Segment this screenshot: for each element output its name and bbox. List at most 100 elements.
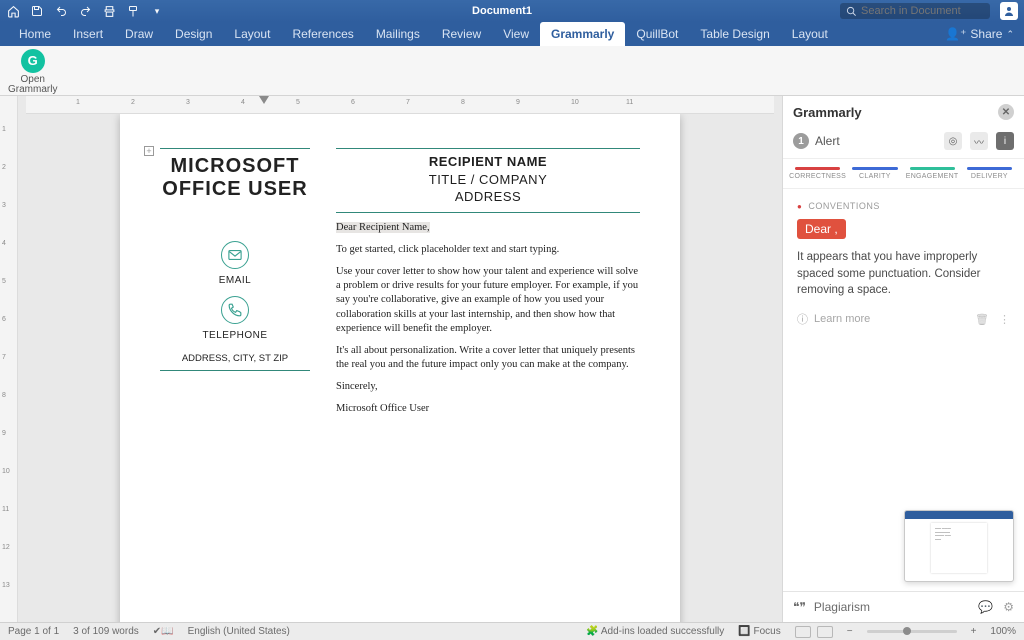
tab-quillbot[interactable]: QuillBot — [625, 22, 689, 46]
table-insert-handle[interactable]: + — [144, 146, 154, 156]
feedback-icon[interactable]: 💬 — [978, 600, 993, 614]
body-paragraph[interactable]: It's all about personalization. Write a … — [336, 344, 640, 372]
search-input[interactable] — [861, 5, 981, 17]
suggestion-explanation: It appears that you have improperly spac… — [797, 249, 1010, 299]
user-avatar-icon[interactable] — [1000, 2, 1018, 20]
workspace: 12345678910111213 1234567891011 + MICROS… — [0, 96, 1024, 622]
recipient-block[interactable]: RECIPIENT NAME TITLE / COMPANY ADDRESS — [336, 153, 640, 213]
plagiarism-icon: ❝❞ — [793, 600, 806, 614]
settings-gear-icon[interactable]: ⚙ — [1003, 600, 1014, 614]
zoom-in-button[interactable]: + — [971, 626, 977, 637]
alert-label: Alert — [815, 134, 840, 148]
more-options-icon[interactable]: ⋮ — [999, 313, 1010, 326]
format-painter-icon[interactable] — [126, 4, 140, 18]
grammarly-panel-header: Grammarly ✕ — [783, 96, 1024, 128]
status-bar: Page 1 of 1 3 of 109 words ✔📖 English (U… — [0, 622, 1024, 640]
focus-mode-button[interactable]: 🔲 Focus — [738, 626, 780, 637]
suggestion-chip[interactable]: Dear , — [797, 219, 846, 239]
category-clarity[interactable]: CLARITY — [846, 163, 903, 180]
tab-grammarly[interactable]: Grammarly — [540, 22, 625, 46]
tab-review[interactable]: Review — [431, 22, 492, 46]
tab-draw[interactable]: Draw — [114, 22, 164, 46]
sender-address[interactable]: ADDRESS, CITY, ST ZIP — [160, 353, 310, 371]
web-layout-view-button[interactable] — [817, 626, 833, 638]
spellcheck-icon[interactable]: ✔📖 — [153, 626, 174, 637]
tab-references[interactable]: References — [281, 22, 364, 46]
category-correctness[interactable]: CORRECTNESS — [789, 163, 846, 180]
save-icon[interactable] — [30, 4, 44, 18]
email-icon — [221, 241, 249, 269]
category-tabs: CORRECTNESSCLARITYENGAGEMENTDELIVERY — [783, 158, 1024, 189]
close-panel-button[interactable]: ✕ — [998, 104, 1014, 120]
sender-name[interactable]: MICROSOFTOFFICE USER — [160, 155, 310, 201]
tab-insert[interactable]: Insert — [62, 22, 114, 46]
sender-column: MICROSOFTOFFICE USER EMAIL TELEPHONE ADD… — [160, 148, 310, 622]
tab-layout-2[interactable]: Layout — [781, 22, 839, 46]
open-grammarly-button[interactable]: G OpenGrammarly — [8, 49, 57, 95]
suggestion-section-label: CONVENTIONS — [797, 201, 1010, 211]
addins-status[interactable]: 🧩 Add-ins loaded successfully — [586, 626, 724, 637]
grammarly-panel-title: Grammarly — [793, 105, 862, 120]
zoom-level[interactable]: 100% — [990, 626, 1016, 637]
trash-icon[interactable]: 🗑 — [975, 313, 989, 326]
tab-layout[interactable]: Layout — [223, 22, 281, 46]
qat-dropdown-icon[interactable]: ▾ — [150, 4, 164, 18]
ribbon-tabs: Home Insert Draw Design Layout Reference… — [0, 22, 1024, 46]
document-canvas[interactable]: + MICROSOFTOFFICE USER EMAIL TELEPHONE A… — [18, 114, 782, 622]
alert-count-badge: 1 — [793, 133, 809, 149]
zoom-slider[interactable] — [867, 630, 957, 633]
search-box[interactable] — [840, 3, 990, 19]
hide-assistant-icon[interactable]: i — [996, 132, 1014, 150]
signature[interactable]: Microsoft Office User — [336, 402, 640, 416]
grammarly-panel-footer: ❝❞ Plagiarism 💬 ⚙ — [783, 591, 1024, 622]
greeting-line[interactable]: Dear Recipient Name, — [336, 222, 430, 233]
tab-table-design[interactable]: Table Design — [689, 22, 780, 46]
goals-icon[interactable]: ◎ — [944, 132, 962, 150]
body-paragraph[interactable]: To get started, click placeholder text a… — [336, 243, 640, 257]
share-button[interactable]: 👤⁺ Share ⌃ — [935, 22, 1024, 46]
zoom-out-button[interactable]: − — [847, 626, 853, 637]
share-label: Share — [970, 27, 1002, 41]
word-count[interactable]: 3 of 109 words — [73, 626, 139, 637]
tab-design[interactable]: Design — [164, 22, 223, 46]
vertical-ruler: 12345678910111213 — [0, 96, 18, 622]
body-paragraph[interactable]: Use your cover letter to show how your t… — [336, 265, 640, 336]
category-delivery[interactable]: DELIVERY — [961, 163, 1018, 180]
document-column: 1234567891011 + MICROSOFTOFFICE USER EMA… — [18, 96, 782, 622]
alert-summary-row[interactable]: 1 Alert ◎ 〰 i — [783, 128, 1024, 158]
plagiarism-button[interactable]: Plagiarism — [814, 600, 870, 614]
language-indicator[interactable]: English (United States) — [188, 626, 290, 637]
page[interactable]: + MICROSOFTOFFICE USER EMAIL TELEPHONE A… — [120, 114, 680, 622]
email-label[interactable]: EMAIL — [160, 275, 310, 286]
learn-more-icon: ⓘ — [797, 311, 808, 327]
title-bar: ▾ Document1 — [0, 0, 1024, 22]
grammarly-logo-icon: G — [21, 49, 45, 73]
grammarly-panel: Grammarly ✕ 1 Alert ◎ 〰 i CORRECTNESSCLA… — [782, 96, 1024, 622]
tab-view[interactable]: View — [492, 22, 540, 46]
ribbon-body: G OpenGrammarly — [0, 46, 1024, 96]
closing[interactable]: Sincerely, — [336, 380, 640, 394]
tab-home[interactable]: Home — [8, 22, 62, 46]
open-grammarly-label: OpenGrammarly — [8, 75, 57, 95]
horizontal-ruler: 1234567891011 — [26, 96, 774, 114]
document-minimap[interactable]: ▬▬ ▬▬▬▬▬▬▬▬▬▬▬ ▬▬▬▬ — [904, 510, 1014, 582]
quick-access-toolbar: ▾ — [6, 4, 164, 18]
search-icon — [846, 6, 857, 17]
category-engagement[interactable]: ENGAGEMENT — [904, 163, 961, 180]
document-title: Document1 — [164, 5, 840, 17]
undo-icon[interactable] — [54, 4, 68, 18]
home-icon[interactable] — [6, 4, 20, 18]
phone-label[interactable]: TELEPHONE — [160, 330, 310, 341]
letter-body-column: RECIPIENT NAME TITLE / COMPANY ADDRESS D… — [336, 148, 640, 622]
page-indicator[interactable]: Page 1 of 1 — [8, 626, 59, 637]
first-line-indent-marker[interactable] — [259, 96, 269, 104]
tab-mailings[interactable]: Mailings — [365, 22, 431, 46]
print-layout-view-button[interactable] — [795, 626, 811, 638]
print-icon[interactable] — [102, 4, 116, 18]
learn-more-link[interactable]: Learn more — [814, 313, 870, 325]
view-buttons — [795, 626, 833, 638]
share-chevron-icon: ⌃ — [1006, 29, 1014, 40]
share-icon: 👤⁺ — [945, 27, 966, 41]
redo-icon[interactable] — [78, 4, 92, 18]
performance-icon[interactable]: 〰 — [970, 132, 988, 150]
